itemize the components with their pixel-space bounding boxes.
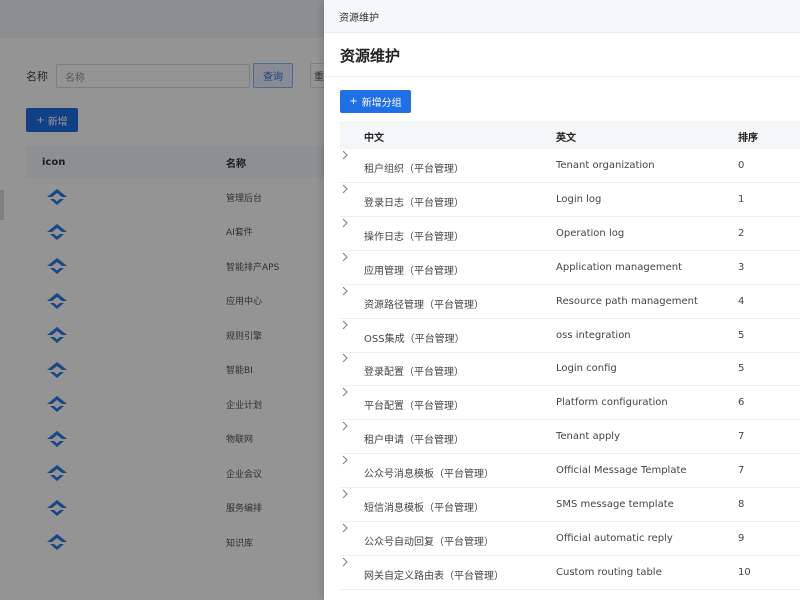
cell-chinese: 资源路径管理（平台管理）	[364, 299, 484, 311]
cell-chinese: 公众号消息模板（平台管理）	[364, 469, 494, 481]
table-row[interactable]: 公众号自动回复（平台管理） Official automatic reply 9	[340, 522, 800, 556]
cell-order: 8	[738, 499, 745, 510]
new-group-button[interactable]: + 新增分组	[340, 90, 411, 113]
table-row[interactable]: 平台配置（平台管理） Platform configuration 6	[340, 386, 800, 421]
table-row[interactable]: 操作日志（平台管理） Operation log 2	[340, 217, 800, 251]
cell-chinese: 操作日志（平台管理）	[364, 231, 464, 243]
chevron-right-icon[interactable]	[340, 556, 350, 568]
cell-chinese: 平台配置（平台管理）	[364, 401, 464, 413]
header-english: 英文	[556, 133, 576, 144]
cell-chinese: 登录配置（平台管理）	[364, 367, 464, 379]
header-chinese: 中文	[364, 133, 384, 144]
cell-english: Resource path management	[556, 295, 698, 307]
cell-english: SMS message template	[556, 499, 674, 510]
chevron-right-icon[interactable]	[340, 285, 350, 297]
cell-english: Platform configuration	[556, 397, 668, 409]
divider	[324, 76, 800, 77]
table-row[interactable]: 网关自定义路由表（平台管理） Custom routing table 10	[340, 556, 800, 590]
table-row[interactable]: 资源路径管理（平台管理） Resource path management 4	[340, 285, 800, 319]
cell-order: 9	[738, 532, 745, 544]
table-row[interactable]: 应用管理（平台管理） Application management 3	[340, 251, 800, 285]
cell-order: 2	[738, 227, 745, 239]
chevron-right-icon[interactable]	[340, 454, 350, 466]
cell-english: Login config	[556, 363, 617, 375]
cell-order: 4	[738, 295, 745, 307]
cell-chinese: 应用管理（平台管理）	[364, 265, 464, 277]
chevron-right-icon[interactable]	[340, 488, 350, 500]
cell-chinese: OSS集成（平台管理）	[364, 333, 465, 345]
cell-order: 6	[738, 397, 745, 409]
cell-english: Official automatic reply	[556, 532, 673, 544]
drawer-table-header: 中文 英文 排序	[340, 121, 800, 149]
chevron-right-icon[interactable]	[340, 522, 350, 534]
chevron-right-icon[interactable]	[340, 386, 350, 398]
cell-order: 10	[738, 566, 751, 578]
cell-english: Official Message Template	[556, 465, 687, 477]
cell-order: 1	[738, 193, 745, 205]
chevron-right-icon[interactable]	[340, 251, 350, 263]
cell-order: 7	[738, 431, 745, 443]
cell-english: Operation log	[556, 227, 625, 239]
chevron-right-icon[interactable]	[340, 217, 350, 229]
drawer-header-title: 资源维护	[339, 12, 379, 24]
modal-overlay[interactable]	[0, 0, 324, 600]
header-order: 排序	[738, 133, 758, 144]
resource-drawer: 资源维护 资源维护 + 新增分组 中文 英文 排序 租户组织（平台管理） Tena…	[324, 0, 800, 600]
drawer-header: 资源维护	[324, 0, 800, 33]
table-row[interactable]: 登录配置（平台管理） Login config 5	[340, 352, 800, 387]
table-row[interactable]: 登录日志（平台管理） Login log 1	[340, 183, 800, 217]
cell-english: Custom routing table	[556, 566, 662, 578]
table-row[interactable]: 租户申请（平台管理） Tenant apply 7	[340, 420, 800, 455]
chevron-right-icon[interactable]	[340, 352, 350, 364]
chevron-right-icon[interactable]	[340, 420, 350, 432]
table-row[interactable]: 租户组织（平台管理） Tenant organization 0	[340, 149, 800, 183]
cell-chinese: 登录日志（平台管理）	[364, 197, 464, 209]
cell-chinese: 网关自定义路由表（平台管理）	[364, 570, 504, 582]
cell-order: 5	[738, 363, 745, 375]
cell-english: oss integration	[556, 329, 631, 341]
cell-english: Application management	[556, 261, 683, 273]
table-row[interactable]: OSS集成（平台管理） oss integration 5	[340, 319, 800, 353]
cell-chinese: 租户组织（平台管理）	[364, 164, 464, 175]
table-row[interactable]: 短信消息模板（平台管理） SMS message template 8	[340, 488, 800, 522]
drawer-title: 资源维护	[340, 47, 401, 65]
cell-english: Tenant organization	[556, 160, 655, 171]
chevron-right-icon[interactable]	[340, 183, 350, 195]
cell-order: 0	[738, 160, 745, 171]
cell-chinese: 租户申请（平台管理）	[364, 435, 464, 447]
chevron-right-icon[interactable]	[340, 319, 350, 331]
new-group-label: 新增分组	[361, 98, 402, 109]
table-row[interactable]: 公众号消息模板（平台管理） Official Message Template 7	[340, 454, 800, 489]
cell-chinese: 公众号自动回复（平台管理）	[364, 536, 494, 548]
cell-order: 7	[738, 465, 745, 477]
chevron-right-icon[interactable]	[340, 149, 350, 161]
cell-chinese: 短信消息模板（平台管理）	[364, 503, 484, 514]
cell-english: Login log	[556, 193, 602, 205]
cell-english: Tenant apply	[556, 431, 620, 443]
plus-icon: +	[349, 96, 358, 107]
cell-order: 5	[738, 329, 745, 341]
cell-order: 3	[738, 261, 745, 273]
